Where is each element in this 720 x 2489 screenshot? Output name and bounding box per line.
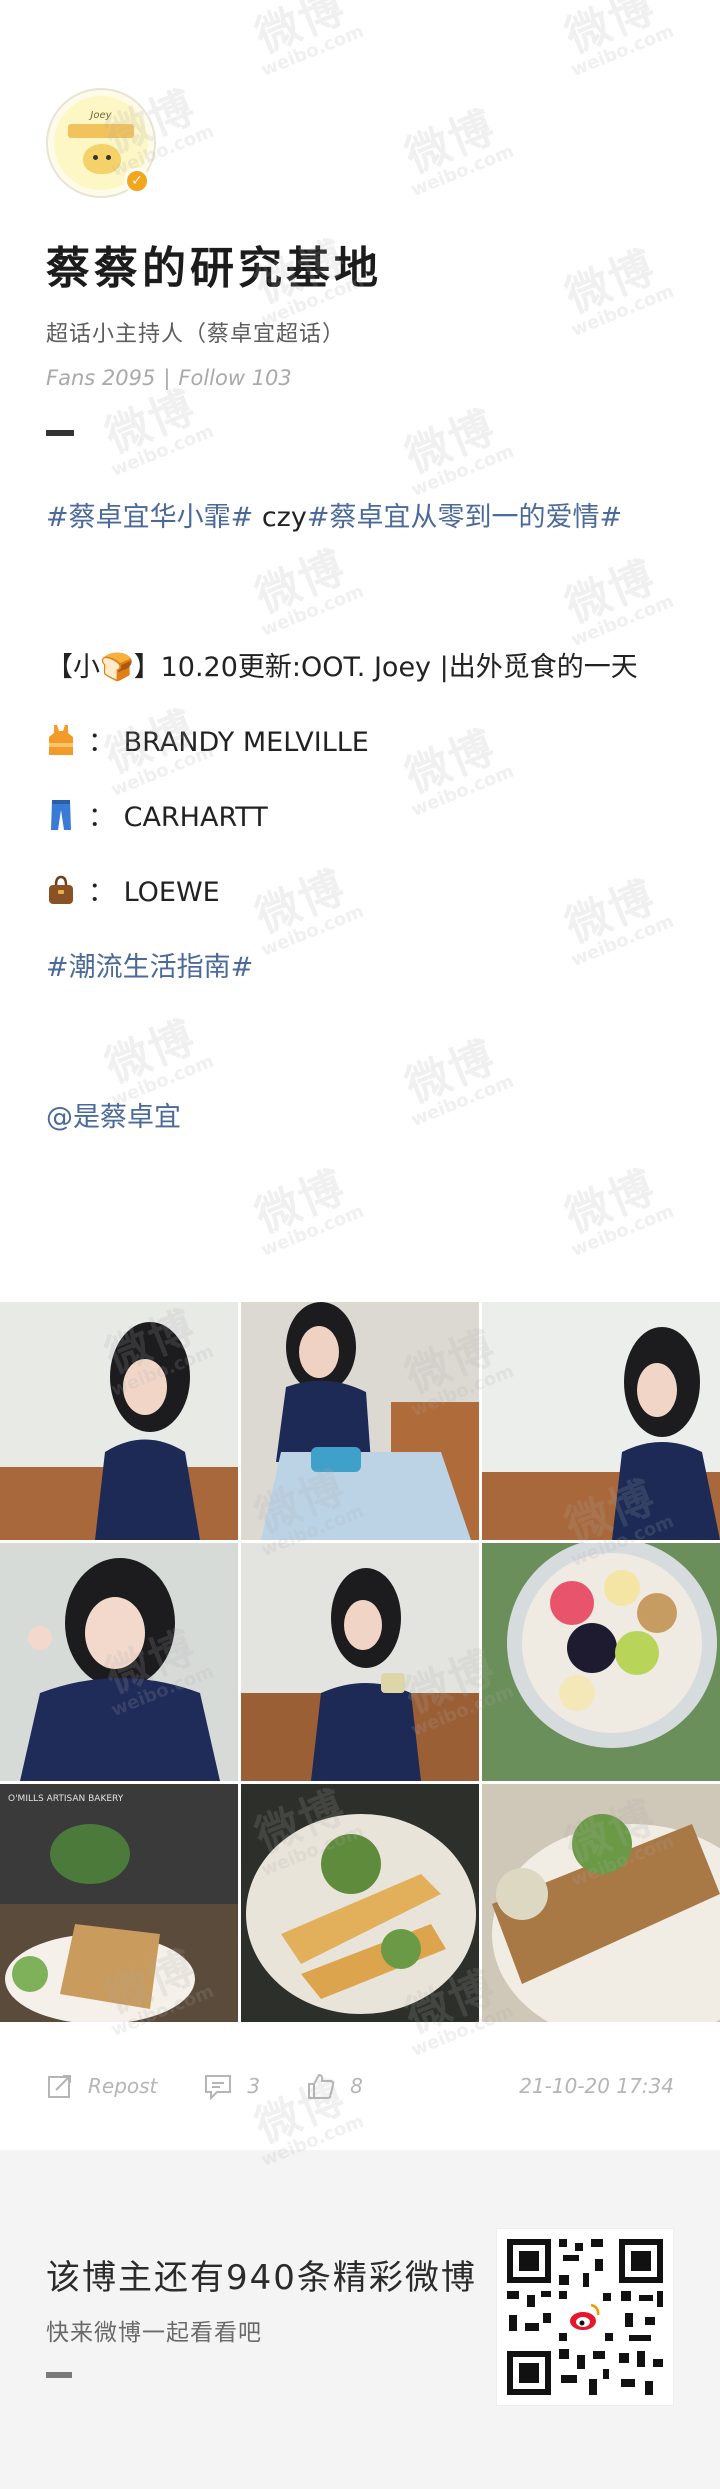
- photo-2[interactable]: [241, 1302, 479, 1540]
- like-button[interactable]: 8: [306, 2071, 363, 2101]
- watermark: 微博weibo.com: [248, 1161, 367, 1262]
- photo-5[interactable]: [241, 1543, 479, 1781]
- post-timestamp: 21-10-20 17:34: [519, 2074, 674, 2098]
- post-content: #蔡卓宜华小霏# czy#蔡卓宜从零到一的爱情# 【小🍞】10.20更新:OOT…: [46, 480, 674, 1155]
- fans-count[interactable]: Fans 2095: [46, 366, 155, 390]
- photo-6[interactable]: [482, 1543, 720, 1781]
- photo-9[interactable]: [482, 1784, 720, 2022]
- photo-grid: O'MILLS ARTISAN BAKERY: [0, 1302, 720, 2022]
- verified-badge-icon: ✓: [124, 168, 150, 194]
- avatar[interactable]: Joey ✓: [46, 88, 156, 198]
- topic-link-3[interactable]: #潮流生活指南#: [46, 930, 674, 1005]
- photo-3[interactable]: [482, 1302, 720, 1540]
- photo-8[interactable]: [241, 1784, 479, 2022]
- repost-button[interactable]: Repost: [46, 2072, 157, 2100]
- comment-button[interactable]: 3: [203, 2072, 260, 2100]
- photo-1[interactable]: [0, 1302, 238, 1540]
- outfit-separator: ：: [88, 877, 115, 908]
- profile-header: Joey ✓ 蔡蔡的研究基地 超话小主持人（蔡卓宜超话） Fans 2095 | F…: [46, 88, 686, 436]
- outfit-line-1: ： BRANDY MELVILLE: [46, 705, 674, 780]
- footer-divider: [46, 2372, 72, 2378]
- outfit-brand-1: BRANDY MELVILLE: [123, 727, 369, 758]
- footer-text: 该博主还有940条精彩微博 快来微博一起看看吧: [46, 2250, 477, 2347]
- post-text-czy: czy: [253, 502, 307, 533]
- topic-link-2[interactable]: #蔡卓宜从零到一的爱情#: [307, 502, 622, 533]
- outfit-line-3: ： LOEWE: [46, 855, 674, 930]
- outfit-brand-2: CARHARTT: [123, 802, 268, 833]
- thumbs-up-icon: [308, 2073, 335, 2099]
- jeans-icon: [51, 800, 71, 830]
- profile-name[interactable]: 蔡蔡的研究基地: [46, 232, 686, 296]
- outfit-line-2: ： CARHARTT: [46, 780, 674, 855]
- footer-banner: 该博主还有940条精彩微博 快来微博一起看看吧: [0, 2150, 720, 2489]
- topic-link-1[interactable]: #蔡卓宜华小霏#: [46, 502, 253, 533]
- bakery-caption: O'MILLS ARTISAN BAKERY: [8, 1794, 124, 1804]
- section-divider: [46, 430, 74, 436]
- outfit-separator: ：: [88, 802, 115, 833]
- watermark: 微博weibo.com: [248, 0, 367, 82]
- outfit-brand-3: LOEWE: [123, 877, 220, 908]
- tank-top-icon: [49, 725, 73, 755]
- profile-stats: Fans 2095 | Follow 103: [46, 366, 686, 390]
- stats-separator: |: [163, 366, 171, 390]
- update-line: 【小🍞】10.20更新:OOT. Joey |出外觅食的一天: [46, 652, 638, 683]
- repost-label: Repost: [88, 2074, 158, 2098]
- watermark: 微博weibo.com: [558, 0, 677, 82]
- topic-line: #蔡卓宜华小霏# czy#蔡卓宜从零到一的爱情#: [46, 480, 674, 555]
- qr-code-icon[interactable]: [496, 2228, 674, 2406]
- watermark: 微博weibo.com: [558, 1161, 677, 1262]
- footer-main-text: 该博主还有940条精彩微博: [46, 2258, 477, 2298]
- post-actions: Repost 3 8 21-10-20 17:34: [46, 2066, 674, 2106]
- photo-4[interactable]: [0, 1543, 238, 1781]
- outfit-separator: ：: [88, 727, 115, 758]
- comment-count: 3: [247, 2074, 261, 2098]
- photo-7[interactable]: O'MILLS ARTISAN BAKERY: [0, 1784, 238, 2022]
- follow-count[interactable]: Follow 103: [178, 366, 291, 390]
- comment-icon: [205, 2075, 232, 2100]
- repost-icon: [48, 2075, 71, 2098]
- profile-description: 超话小主持人（蔡卓宜超话）: [46, 322, 346, 347]
- mention-link[interactable]: @是蔡卓宜: [46, 1080, 674, 1155]
- footer-sub-text: 快来微博一起看看吧: [46, 2320, 262, 2346]
- handbag-icon: [49, 875, 73, 904]
- like-count: 8: [350, 2074, 363, 2098]
